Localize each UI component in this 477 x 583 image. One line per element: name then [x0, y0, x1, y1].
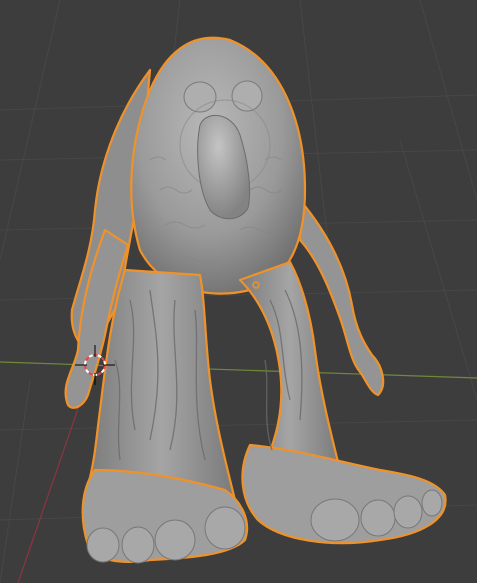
3d-viewport[interactable]	[0, 0, 477, 583]
sculpted-creature-mesh[interactable]	[64, 36, 447, 564]
right-eye	[231, 80, 263, 112]
viewport-canvas[interactable]	[0, 0, 477, 583]
